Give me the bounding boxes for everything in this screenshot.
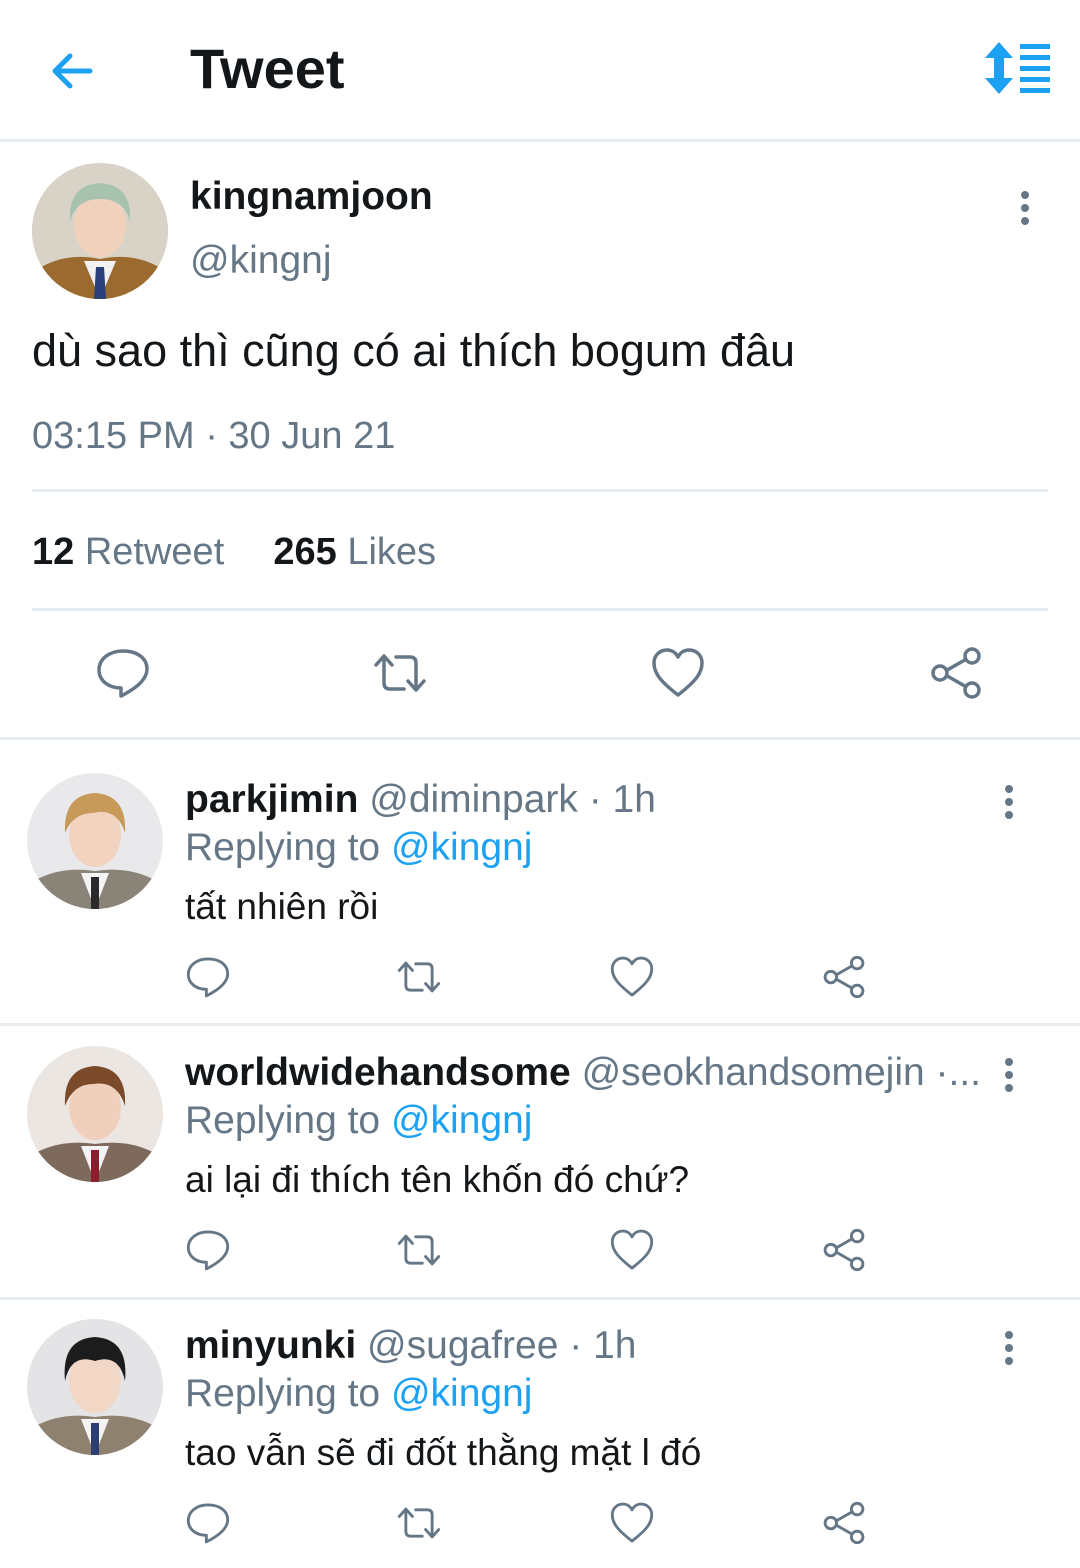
retweet-icon[interactable]: [396, 1500, 442, 1546]
reply-icon[interactable]: [95, 645, 151, 701]
retweet-icon[interactable]: [372, 645, 428, 701]
retweet-icon[interactable]: [396, 954, 442, 1000]
like-heart-icon[interactable]: [609, 1227, 655, 1273]
reply-icon[interactable]: [185, 1500, 231, 1546]
avatar-portrait: [27, 773, 163, 909]
avatar-portrait: [27, 1319, 163, 1455]
reply-tweet[interactable]: parkjimin @diminpark · 1h Replying to @k…: [0, 740, 1080, 1010]
reply-text: ai lại đi thích tên khốn đó chứ?: [185, 1159, 690, 1200]
avatar[interactable]: [27, 773, 163, 909]
retweet-label[interactable]: Retweet: [85, 531, 224, 573]
replying-prefix: Replying to: [185, 826, 381, 869]
arrow-left-icon[interactable]: [46, 44, 100, 98]
more-options-icon[interactable]: [1010, 191, 1040, 231]
avatar-portrait: [32, 163, 168, 299]
share-icon[interactable]: [821, 1227, 867, 1273]
avatar[interactable]: [27, 1046, 163, 1182]
like-heart-icon[interactable]: [609, 954, 655, 1000]
reply-tweet[interactable]: minyunki @sugafree · 1h Replying to @kin…: [0, 1286, 1080, 1556]
page-title: Tweet: [190, 37, 345, 100]
reply-header: parkjimin @diminpark · 1h: [185, 778, 985, 822]
share-icon[interactable]: [928, 645, 984, 701]
top-app-bar: Tweet: [0, 0, 1080, 142]
reply-text: tất nhiên rồi: [185, 886, 379, 927]
like-heart-icon[interactable]: [650, 645, 706, 701]
sort-lines-icon[interactable]: [980, 40, 1054, 96]
avatar[interactable]: [32, 163, 168, 299]
reply-handle-time: @diminpark · 1h: [369, 778, 656, 821]
replying-mention-link[interactable]: @kingnj: [391, 826, 533, 869]
reply-display-name[interactable]: minyunki: [185, 1324, 356, 1367]
like-heart-icon[interactable]: [609, 1500, 655, 1546]
author-handle[interactable]: @kingnj: [190, 239, 332, 283]
avatar-portrait: [27, 1046, 163, 1182]
retweet-icon[interactable]: [396, 1227, 442, 1273]
author-display-name[interactable]: kingnamjoon: [190, 175, 433, 219]
replying-mention-link[interactable]: @kingnj: [391, 1372, 533, 1415]
more-options-icon[interactable]: [994, 1058, 1024, 1098]
replying-mention-link[interactable]: @kingnj: [391, 1099, 533, 1142]
reply-display-name[interactable]: worldwidehandsome: [185, 1051, 571, 1094]
divider: [32, 489, 1048, 492]
replying-to-line: Replying to @kingnj: [185, 1099, 532, 1143]
divider: [32, 608, 1048, 611]
reply-handle-time: @sugafree · 1h: [367, 1324, 637, 1367]
tweet-stats: 12 Retweet 265 Likes: [32, 531, 436, 574]
like-label[interactable]: Likes: [347, 531, 436, 573]
retweet-count[interactable]: 12: [32, 531, 74, 573]
avatar[interactable]: [27, 1319, 163, 1455]
replying-to-line: Replying to @kingnj: [185, 1372, 532, 1416]
tweet-text: dù sao thì cũng có ai thích bogum đâu: [32, 325, 796, 376]
replying-to-line: Replying to @kingnj: [185, 826, 532, 870]
reply-icon[interactable]: [185, 954, 231, 1000]
reply-icon[interactable]: [185, 1227, 231, 1273]
share-icon[interactable]: [821, 954, 867, 1000]
replying-prefix: Replying to: [185, 1099, 381, 1142]
reply-header: worldwidehandsome @seokhandsomejin ·...: [185, 1051, 985, 1095]
reply-display-name[interactable]: parkjimin: [185, 778, 358, 821]
reply-handle-time: @seokhandsomejin ·...: [581, 1051, 982, 1094]
like-count[interactable]: 265: [273, 531, 336, 573]
reply-tweet[interactable]: worldwidehandsome @seokhandsomejin ·... …: [0, 1013, 1080, 1283]
more-options-icon[interactable]: [994, 785, 1024, 825]
share-icon[interactable]: [821, 1500, 867, 1546]
tweet-timestamp: 03:15 PM · 30 Jun 21: [32, 415, 396, 457]
more-options-icon[interactable]: [994, 1331, 1024, 1371]
replying-prefix: Replying to: [185, 1372, 381, 1415]
main-tweet: kingnamjoon @kingnj dù sao thì cũng có a…: [0, 145, 1080, 737]
reply-text: tao vẫn sẽ đi đốt thằng mặt l đó: [185, 1432, 702, 1473]
reply-header: minyunki @sugafree · 1h: [185, 1324, 985, 1368]
tweet-detail-screen: Tweet kingnamjoon @kingnj dù sao thì cũn…: [0, 0, 1080, 1568]
